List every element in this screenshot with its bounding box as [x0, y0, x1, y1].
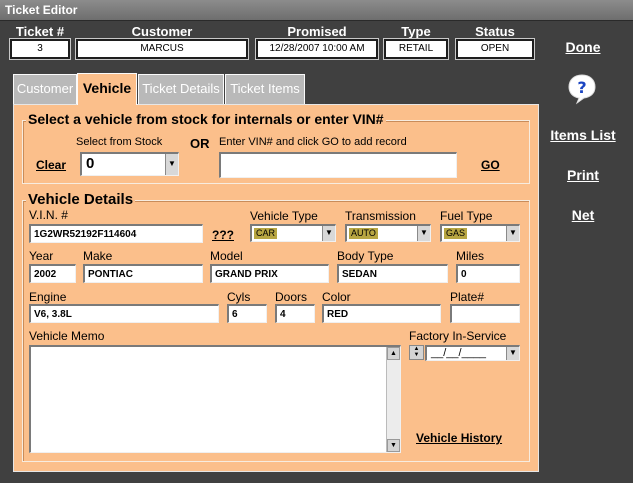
vin-label: V.I.N. #	[29, 208, 68, 222]
fuel-type-select[interactable]: GAS ▼	[440, 224, 520, 242]
net-button[interactable]: Net	[538, 207, 628, 223]
ticket-number-field[interactable]: 3	[9, 38, 71, 60]
chevron-down-icon[interactable]: ▼	[322, 226, 335, 241]
transmission-value: AUTO	[349, 228, 378, 239]
status-field[interactable]: OPEN	[455, 38, 535, 60]
chevron-down-icon[interactable]: ▼	[506, 347, 519, 360]
doors-label: Doors	[275, 290, 308, 304]
vin-entry-input[interactable]	[219, 152, 457, 178]
or-label: OR	[190, 136, 210, 151]
customer-label: Customer	[131, 24, 193, 39]
fuel-type-label: Fuel Type	[440, 209, 493, 223]
customer-field[interactable]: MARCUS	[75, 38, 249, 60]
cyls-field[interactable]: 6	[227, 304, 267, 323]
vin-prompt: Enter VIN# and click GO to add record	[219, 136, 407, 148]
done-button[interactable]: Done	[538, 39, 628, 55]
spin-down-icon[interactable]: ▼	[410, 352, 423, 358]
stock-select[interactable]: 0 ▼	[80, 152, 179, 176]
miles-label: Miles	[456, 249, 485, 263]
factory-in-service-date[interactable]: __/__/____ ▼	[425, 345, 520, 361]
model-field[interactable]: GRAND PRIX	[210, 264, 329, 283]
color-field[interactable]: RED	[322, 304, 441, 323]
type-label: Type	[401, 24, 431, 39]
clear-button[interactable]: Clear	[36, 158, 66, 172]
plate-label: Plate#	[450, 290, 485, 304]
stock-label: Select from Stock	[76, 136, 163, 148]
body-type-field[interactable]: SEDAN	[337, 264, 448, 283]
tab-customer[interactable]: Customer	[13, 74, 77, 104]
chevron-down-icon[interactable]: ▼	[165, 154, 178, 175]
doors-field[interactable]: 4	[275, 304, 315, 323]
print-button[interactable]: Print	[538, 167, 628, 183]
vehicle-memo-label: Vehicle Memo	[29, 329, 105, 343]
memo-scrollbar[interactable]: ▲ ▼	[386, 347, 400, 452]
scroll-down-icon[interactable]: ▼	[387, 439, 400, 452]
ticket-number-label: Ticket #	[15, 24, 65, 39]
go-button[interactable]: GO	[481, 158, 500, 172]
scroll-up-icon[interactable]: ▲	[387, 347, 400, 360]
year-label: Year	[29, 249, 54, 263]
vehicle-type-value: CAR	[254, 228, 278, 239]
color-label: Color	[322, 290, 351, 304]
miles-field[interactable]: 0	[456, 264, 520, 283]
vehicle-details-title: Vehicle Details	[26, 191, 136, 208]
vehicle-tab-panel: Select a vehicle from stock for internal…	[13, 104, 539, 472]
factory-in-service-label: Factory In-Service	[409, 329, 507, 343]
vehicle-memo-textarea[interactable]: ▲ ▼	[29, 345, 401, 453]
model-label: Model	[210, 249, 243, 263]
vehicle-history-link[interactable]: Vehicle History	[416, 431, 502, 445]
help-question-bubble-icon[interactable]: ?	[566, 73, 598, 105]
tab-vehicle[interactable]: Vehicle	[77, 73, 137, 105]
cyls-label: Cyls	[227, 290, 251, 304]
chevron-down-icon[interactable]: ▼	[417, 226, 430, 241]
make-field[interactable]: PONTIAC	[83, 264, 203, 283]
make-label: Make	[83, 249, 113, 263]
body-type-label: Body Type	[337, 249, 394, 263]
vehicle-type-label: Vehicle Type	[250, 209, 318, 223]
transmission-select[interactable]: AUTO ▼	[345, 224, 431, 242]
year-field[interactable]: 2002	[29, 264, 76, 283]
type-field[interactable]: RETAIL	[383, 38, 449, 60]
vehicle-type-select[interactable]: CAR ▼	[250, 224, 336, 242]
promised-label: Promised	[287, 24, 347, 39]
vin-lookup-link[interactable]: ???	[212, 228, 234, 242]
engine-field[interactable]: V6, 3.8L	[29, 304, 219, 323]
status-label: Status	[475, 24, 515, 39]
items-list-button[interactable]: Items List	[538, 127, 628, 143]
tab-ticket-items[interactable]: Ticket Items	[225, 74, 305, 104]
window-title-bar: Ticket Editor	[0, 0, 633, 21]
select-vehicle-title: Select a vehicle from stock for internal…	[26, 111, 386, 127]
fuel-type-value: GAS	[444, 228, 468, 239]
stock-select-value: 0	[86, 155, 95, 172]
tab-ticket-details[interactable]: Ticket Details	[138, 74, 224, 104]
engine-label: Engine	[29, 290, 67, 304]
vin-field[interactable]: 1G2WR52192F114604	[29, 224, 203, 243]
transmission-label: Transmission	[345, 209, 416, 223]
date-spinner[interactable]: ▲ ▼	[409, 345, 424, 360]
window-title: Ticket Editor	[5, 3, 78, 17]
plate-field[interactable]	[450, 304, 520, 323]
promised-field[interactable]: 12/28/2007 10:00 AM	[255, 38, 379, 60]
chevron-down-icon[interactable]: ▼	[506, 226, 519, 241]
factory-in-service-value: __/__/____	[431, 347, 487, 359]
help-glyph: ?	[577, 78, 586, 97]
